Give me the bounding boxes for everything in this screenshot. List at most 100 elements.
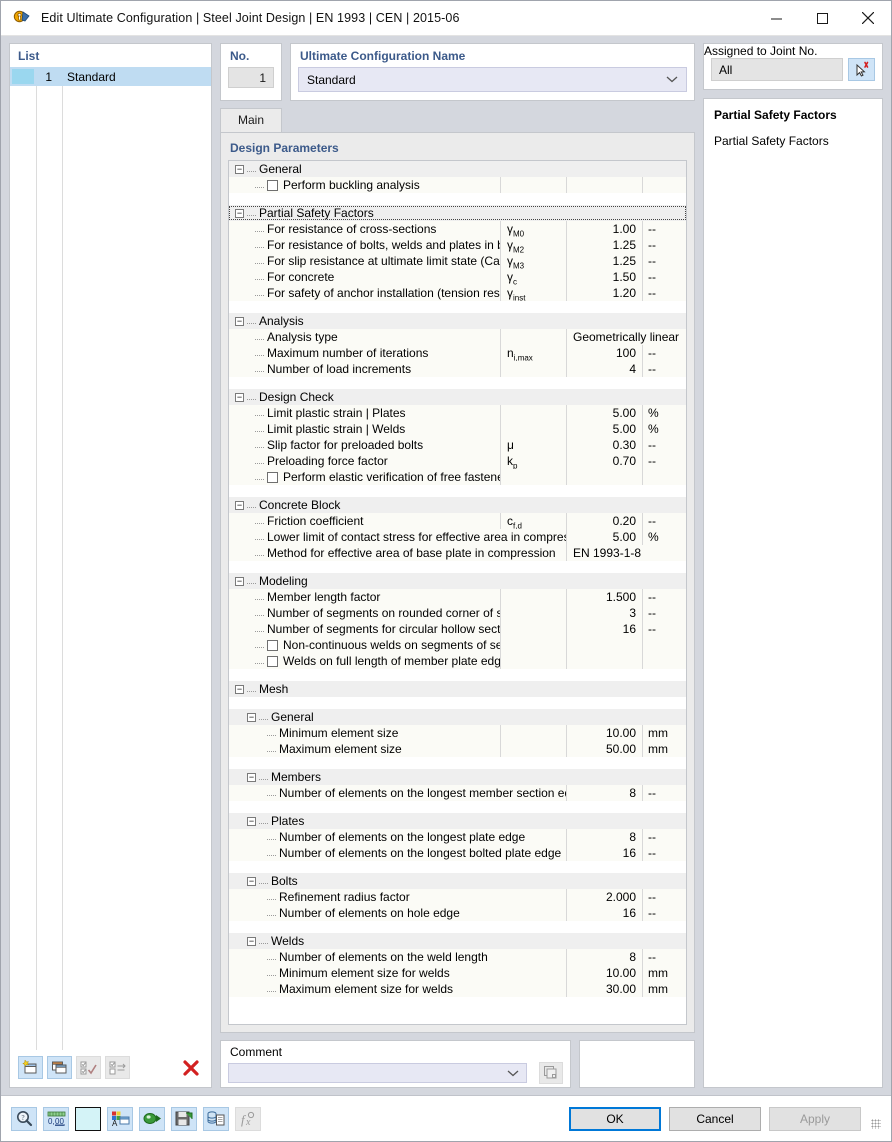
- group-row[interactable]: − Bolts: [229, 873, 686, 889]
- comment-combobox[interactable]: [228, 1063, 527, 1083]
- assigned-joint-field[interactable]: All: [711, 58, 843, 81]
- collapse-icon[interactable]: −: [235, 316, 244, 326]
- collapse-icon[interactable]: −: [235, 684, 244, 694]
- value-cell[interactable]: 4: [566, 361, 642, 377]
- parameter-row[interactable]: For concrete γc 1.50 --: [229, 269, 686, 285]
- group-row[interactable]: − Mesh: [229, 681, 686, 697]
- tab-main[interactable]: Main: [220, 108, 283, 132]
- copy-configuration-button[interactable]: [47, 1056, 72, 1079]
- parameter-row[interactable]: Refinement radius factor 2.000 --: [229, 889, 686, 905]
- value-cell[interactable]: 0.20: [566, 513, 642, 529]
- units-decimal-places-button[interactable]: 0, 00: [43, 1106, 69, 1131]
- parameter-row[interactable]: For resistance of bolts, welds and plate…: [229, 237, 686, 253]
- collapse-icon[interactable]: −: [235, 164, 244, 174]
- value-cell[interactable]: 8: [566, 829, 642, 845]
- parameter-row[interactable]: Welds on full length of member plate edg…: [229, 653, 686, 669]
- group-row[interactable]: − Design Check: [229, 389, 686, 405]
- parameter-row[interactable]: Number of elements on the longest bolted…: [229, 845, 686, 861]
- parameter-row[interactable]: Number of elements on the longest plate …: [229, 829, 686, 845]
- parameter-row[interactable]: Slip factor for preloaded bolts μ 0.30 --: [229, 437, 686, 453]
- collapse-icon[interactable]: −: [235, 576, 244, 586]
- value-cell[interactable]: 8: [566, 785, 642, 801]
- delete-configuration-button[interactable]: [178, 1056, 203, 1079]
- display-properties-button[interactable]: A: [107, 1106, 133, 1131]
- parameter-row[interactable]: For resistance of cross-sections γM0 1.00-…: [229, 221, 686, 237]
- color-swatch-button[interactable]: [75, 1106, 101, 1131]
- value-cell[interactable]: 10.00: [566, 965, 642, 981]
- value-cell[interactable]: 5.00: [566, 421, 642, 437]
- parameter-row[interactable]: Perform buckling analysis: [229, 177, 686, 193]
- comment-library-button[interactable]: [539, 1062, 563, 1084]
- value-cell[interactable]: 0.30: [566, 437, 642, 453]
- parameter-row[interactable]: Number of load increments 4 --: [229, 361, 686, 377]
- parameter-row[interactable]: Maximum element size for welds 30.00 mm: [229, 981, 686, 997]
- cancel-button[interactable]: Cancel: [669, 1106, 761, 1131]
- pick-joint-button[interactable]: [848, 58, 875, 81]
- value-cell[interactable]: 16: [566, 621, 642, 637]
- group-row[interactable]: − Analysis: [229, 313, 686, 329]
- collapse-icon[interactable]: −: [247, 772, 256, 782]
- parameter-row[interactable]: Method for effective area of base plate …: [229, 545, 686, 561]
- row-checkbox[interactable]: [267, 639, 278, 651]
- collapse-icon[interactable]: −: [247, 816, 256, 826]
- close-button[interactable]: [845, 1, 891, 35]
- parameter-row[interactable]: Member length factor 1.500 --: [229, 589, 686, 605]
- parameter-row[interactable]: Minimum element size 10.00 mm: [229, 725, 686, 741]
- collapse-icon[interactable]: −: [235, 392, 244, 402]
- value-cell[interactable]: 1.00: [566, 221, 642, 237]
- row-checkbox[interactable]: [267, 655, 278, 667]
- collapse-icon[interactable]: −: [247, 712, 256, 722]
- parameter-row[interactable]: For safety of anchor installation (tensi…: [229, 285, 686, 301]
- database-export-button[interactable]: [203, 1106, 229, 1131]
- parameter-row[interactable]: Maximum number of iterations ni,max 100 --: [229, 345, 686, 361]
- group-row[interactable]: − Members: [229, 769, 686, 785]
- parameter-row[interactable]: Non-continuous welds on segments of sect…: [229, 637, 686, 653]
- value-cell[interactable]: 16: [566, 845, 642, 861]
- parameter-row[interactable]: Friction coefficient cf,d 0.20 --: [229, 513, 686, 529]
- value-cell[interactable]: 1.20: [566, 285, 642, 301]
- value-cell[interactable]: 1.25: [566, 237, 642, 253]
- group-row[interactable]: − Welds: [229, 933, 686, 949]
- list-item[interactable]: 1 Standard: [10, 67, 211, 86]
- value-cell[interactable]: 1.500: [566, 589, 642, 605]
- value-cell[interactable]: 30.00: [566, 981, 642, 997]
- parameter-row[interactable]: Perform elastic verification of free fas…: [229, 469, 686, 485]
- collapse-icon[interactable]: −: [235, 500, 244, 510]
- value-cell[interactable]: 50.00: [566, 741, 642, 757]
- parameter-row[interactable]: Preloading force factor kp 0.70 --: [229, 453, 686, 469]
- value-cell[interactable]: Geometrically linear: [566, 329, 686, 345]
- row-checkbox[interactable]: [267, 471, 278, 483]
- group-row[interactable]: − Modeling: [229, 573, 686, 589]
- parameter-row[interactable]: Limit plastic strain | Plates 5.00%: [229, 405, 686, 421]
- value-cell[interactable]: EN 1993-1-8: [566, 545, 686, 561]
- value-cell[interactable]: 1.50: [566, 269, 642, 285]
- parameter-row[interactable]: Number of elements on hole edge 16 --: [229, 905, 686, 921]
- value-cell[interactable]: 5.00: [566, 405, 642, 421]
- parameter-row[interactable]: Maximum element size 50.00 mm: [229, 741, 686, 757]
- parameter-row[interactable]: Limit plastic strain | Welds 5.00%: [229, 421, 686, 437]
- parameter-row[interactable]: Number of segments for circular hollow s…: [229, 621, 686, 637]
- value-cell[interactable]: 3: [566, 605, 642, 621]
- resize-grip[interactable]: [871, 1118, 881, 1129]
- collapse-icon[interactable]: −: [247, 876, 256, 886]
- value-cell[interactable]: 16: [566, 905, 642, 921]
- parameter-row[interactable]: For slip resistance at ultimate limit st…: [229, 253, 686, 269]
- parameter-row[interactable]: Analysis type Geometrically linear: [229, 329, 686, 345]
- value-cell[interactable]: 5.00: [566, 529, 642, 545]
- save-button[interactable]: [171, 1106, 197, 1131]
- import-button[interactable]: [139, 1106, 165, 1131]
- value-cell[interactable]: 1.25: [566, 253, 642, 269]
- group-row[interactable]: − General: [229, 709, 686, 725]
- group-row[interactable]: − Partial Safety Factors: [229, 205, 686, 221]
- parameter-row[interactable]: Number of elements on the longest member…: [229, 785, 686, 801]
- ok-button[interactable]: OK: [569, 1106, 661, 1131]
- parameter-row[interactable]: Minimum element size for welds 10.00 mm: [229, 965, 686, 981]
- design-parameters-grid[interactable]: − General Perform buckling analysis − Partia…: [228, 160, 687, 1025]
- parameter-row[interactable]: Lower limit of contact stress for effect…: [229, 529, 686, 545]
- parameter-row[interactable]: Number of segments on rounded corner of …: [229, 605, 686, 621]
- collapse-icon[interactable]: −: [247, 936, 256, 946]
- collapse-icon[interactable]: −: [235, 208, 244, 218]
- group-row[interactable]: − Plates: [229, 813, 686, 829]
- minimize-button[interactable]: [753, 1, 799, 35]
- row-checkbox[interactable]: [267, 179, 278, 191]
